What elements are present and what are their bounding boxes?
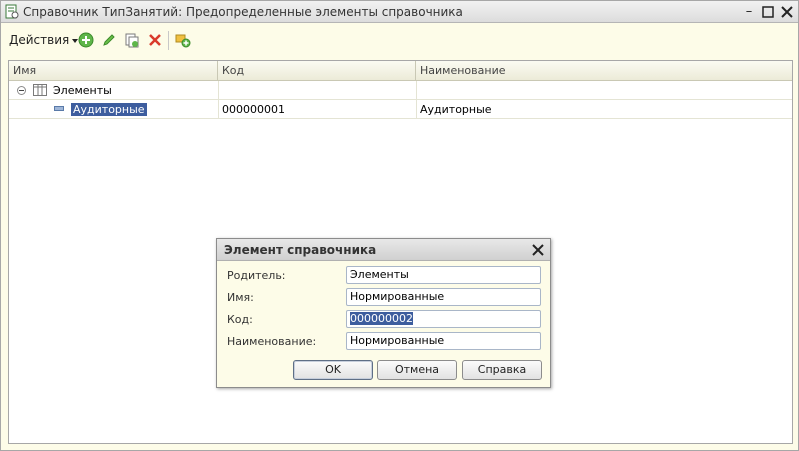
copy-icon[interactable]: [124, 32, 140, 48]
maximize-button[interactable]: [760, 4, 776, 20]
actions-label: Действия: [9, 33, 70, 47]
edit-icon[interactable]: [101, 32, 117, 48]
code-field[interactable]: 000000002: [346, 310, 541, 328]
catalog-icon: [5, 4, 19, 19]
element-dialog: Элемент справочника Родитель: Элементы И…: [216, 238, 551, 388]
table-row[interactable]: Элементы: [9, 81, 792, 100]
toolbar-separator: [168, 31, 169, 50]
catalog-group-icon: [33, 84, 47, 96]
row-name: Элементы: [53, 84, 112, 97]
add-group-icon[interactable]: [175, 32, 191, 48]
row-name: Аудиторные: [71, 103, 147, 116]
dialog-titlebar: Элемент справочника: [217, 239, 550, 261]
close-icon: [781, 6, 793, 18]
actions-menu[interactable]: Действия: [9, 33, 79, 47]
row-description: Аудиторные: [420, 103, 492, 116]
column-header-description[interactable]: Наименование: [416, 61, 792, 81]
column-header-name[interactable]: Имя: [9, 61, 218, 81]
element-icon: [54, 106, 64, 111]
name-field[interactable]: Нормированные: [346, 288, 541, 306]
window-titlebar: Справочник ТипЗанятий: Предопределенные …: [1, 1, 798, 23]
parent-field[interactable]: Элементы: [346, 266, 541, 284]
add-icon[interactable]: [78, 32, 94, 48]
code-label: Код:: [227, 313, 253, 326]
name-label: Имя:: [227, 291, 254, 304]
parent-label: Родитель:: [227, 269, 286, 282]
cancel-button[interactable]: Отмена: [377, 360, 457, 380]
help-button[interactable]: Справка: [462, 360, 542, 380]
maximize-icon: [762, 6, 774, 18]
ok-button[interactable]: OK: [293, 360, 373, 380]
dialog-close-button[interactable]: [532, 241, 544, 259]
collapse-icon[interactable]: [17, 86, 26, 95]
description-field[interactable]: Нормированные: [346, 332, 541, 350]
close-button[interactable]: [779, 4, 795, 20]
description-label: Наименование:: [227, 335, 317, 348]
code-value: 000000002: [350, 312, 413, 325]
window-title: Справочник ТипЗанятий: Предопределенные …: [23, 5, 463, 19]
row-code: 000000001: [222, 103, 285, 116]
delete-icon[interactable]: [147, 32, 163, 48]
dialog-title: Элемент справочника: [224, 243, 377, 257]
close-icon: [532, 244, 544, 256]
grid-header: Имя Код Наименование: [9, 61, 792, 81]
column-header-code[interactable]: Код: [218, 61, 416, 81]
table-row[interactable]: Аудиторные 000000001 Аудиторные: [9, 100, 792, 119]
minimize-button[interactable]: –: [741, 4, 757, 20]
toolbar: Действия: [1, 25, 798, 55]
